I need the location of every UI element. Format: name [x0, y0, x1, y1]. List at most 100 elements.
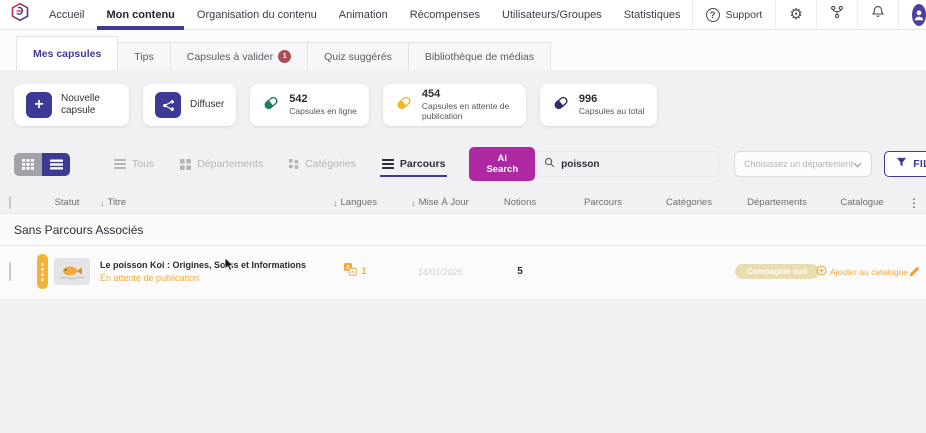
- grid-icon: [180, 159, 191, 170]
- tab-quiz-suggeres[interactable]: Quiz suggérés: [308, 42, 409, 70]
- nav-item-utilisateurs-groupes[interactable]: Utilisateurs/Groupes: [491, 0, 613, 29]
- app-logo[interactable]: [8, 0, 38, 29]
- content-tabs: Mes capsules Tips Capsules à valider 1 Q…: [0, 30, 926, 70]
- header-label: Catalogue: [840, 197, 883, 208]
- header-titre[interactable]: ↓ Titre: [100, 197, 310, 208]
- avatar: [912, 4, 926, 26]
- chevron-down-icon: [853, 155, 862, 173]
- list-view-button[interactable]: [42, 153, 70, 176]
- header-categories[interactable]: Catégories: [646, 197, 732, 208]
- nav-item-organisation-du-contenu[interactable]: Organisation du contenu: [186, 0, 328, 29]
- scope-label: Tous: [132, 158, 154, 170]
- department-badge: Compagnie sud: [735, 264, 819, 279]
- header-catalogue[interactable]: Catalogue: [822, 197, 902, 208]
- diffuse-button[interactable]: Diffuser: [143, 84, 236, 126]
- header-departements[interactable]: Départements: [732, 197, 822, 208]
- header-label: Langues: [341, 197, 377, 208]
- list-icon: [382, 159, 394, 169]
- help-icon: ?: [706, 8, 720, 22]
- scope-label: Parcours: [400, 158, 446, 170]
- tab-label: Quiz suggérés: [324, 51, 392, 63]
- branch-icon: [830, 5, 844, 24]
- search-input[interactable]: [561, 159, 711, 170]
- search-box[interactable]: [535, 151, 720, 177]
- top-bar: Accueil Mon contenu Organisation du cont…: [0, 0, 926, 30]
- scope-departements[interactable]: Départements: [180, 158, 263, 170]
- scope-filters: Tous Départements Catégories Parcours: [114, 158, 445, 170]
- nav-item-mon-contenu[interactable]: Mon contenu: [95, 0, 185, 29]
- updated-date: 14/01/2025: [400, 267, 480, 277]
- funnel-icon: [896, 157, 907, 171]
- integrations-button[interactable]: [816, 0, 857, 29]
- tab-label: Bibliothèque de médias: [425, 51, 534, 63]
- support-label: Support: [726, 9, 763, 21]
- header-label: Catégories: [666, 197, 712, 208]
- stat-card-total: 996 Capsules au total: [540, 84, 657, 126]
- add-to-catalog-icon: [816, 265, 827, 278]
- tab-capsules-a-valider[interactable]: Capsules à valider 1: [171, 42, 308, 70]
- capsule-title[interactable]: Le poisson Koi : Origines, Soins et Info…: [100, 260, 306, 270]
- notifications-button[interactable]: [857, 0, 898, 29]
- header-statut[interactable]: Statut: [34, 197, 100, 208]
- cards-row: + Nouvelle capsule Diffuser: [0, 70, 926, 126]
- stat-value: 454: [422, 88, 514, 102]
- new-capsule-label: Nouvelle capsule: [61, 93, 117, 117]
- filters-button[interactable]: FILTRES: [884, 151, 926, 177]
- nav-item-recompenses[interactable]: Récompenses: [399, 0, 491, 29]
- nav-item-animation[interactable]: Animation: [328, 0, 399, 29]
- header-label: Départements: [747, 197, 807, 208]
- stat-value: 996: [579, 93, 645, 107]
- sort-icon: ↓: [100, 198, 105, 208]
- header-mise-a-jour[interactable]: ↓ Mise À Jour: [400, 197, 480, 208]
- notions-count: 5: [480, 266, 560, 277]
- new-capsule-button[interactable]: + Nouvelle capsule: [14, 84, 129, 126]
- edit-button[interactable]: [902, 265, 926, 278]
- squares-icon: [289, 159, 299, 169]
- capsule-icon: [395, 94, 413, 117]
- stat-card-pending: 454 Capsules en attente de publication: [383, 84, 526, 126]
- support-button[interactable]: ? Support: [692, 0, 776, 29]
- tab-bibliotheque-de-medias[interactable]: Bibliothèque de médias: [409, 42, 551, 70]
- scope-label: Catégories: [305, 158, 356, 170]
- title-cell[interactable]: Le poisson Koi : Origines, Soins et Info…: [100, 260, 310, 283]
- settings-button[interactable]: ⚙: [775, 0, 815, 29]
- header-label: Mise À Jour: [419, 197, 469, 208]
- header-notions[interactable]: Notions: [480, 197, 560, 208]
- scope-parcours[interactable]: Parcours: [382, 158, 446, 170]
- header-label: Parcours: [584, 197, 622, 208]
- header-langues[interactable]: ↓ Langues: [310, 197, 400, 208]
- header-parcours[interactable]: Parcours: [560, 197, 646, 208]
- table-row[interactable]: Le poisson Koi : Origines, Soins et Info…: [0, 246, 926, 300]
- column-options-icon[interactable]: ⋮: [902, 196, 926, 210]
- scope-tous[interactable]: Tous: [114, 158, 154, 170]
- app-window: Accueil Mon contenu Organisation du cont…: [0, 0, 926, 433]
- row-checkbox[interactable]: [9, 262, 11, 281]
- departements-cell: Compagnie sud: [732, 264, 822, 279]
- tab-label: Tips: [134, 51, 153, 63]
- langues-cell: A a 1: [310, 262, 400, 281]
- capsule-thumbnail[interactable]: [54, 258, 90, 285]
- nav-item-statistiques[interactable]: Statistiques: [613, 0, 692, 29]
- mouse-cursor: [224, 257, 235, 278]
- statut-cell: [34, 254, 100, 289]
- nav-item-accueil[interactable]: Accueil: [38, 0, 95, 29]
- tab-tips[interactable]: Tips: [118, 42, 170, 70]
- capsule-icon: [552, 94, 570, 117]
- stat-card-online: 542 Capsules en ligne: [250, 84, 369, 126]
- capsule-status: En attente de publication: [100, 273, 306, 283]
- department-select[interactable]: Choisissez un département: [734, 151, 872, 177]
- beedeez-logo-icon: [10, 2, 30, 27]
- tab-label: Mes capsules: [33, 48, 101, 60]
- scope-label: Départements: [197, 158, 263, 170]
- user-menu[interactable]: matthieu.benier-pisani@beed.. (pour Beed…: [898, 0, 926, 29]
- add-to-catalog-link[interactable]: Ajouter au catalogue: [822, 265, 902, 278]
- scope-categories[interactable]: Catégories: [289, 158, 356, 170]
- tab-mes-capsules[interactable]: Mes capsules: [16, 36, 118, 70]
- language-icon: A a: [343, 262, 357, 281]
- grid-view-button[interactable]: [14, 153, 42, 176]
- stat-label: Capsules au total: [579, 107, 645, 117]
- gear-icon: ⚙: [789, 7, 802, 22]
- ai-search-button[interactable]: Ai Search: [469, 147, 535, 181]
- status-pill: [37, 254, 48, 289]
- select-all-checkbox[interactable]: [9, 196, 11, 209]
